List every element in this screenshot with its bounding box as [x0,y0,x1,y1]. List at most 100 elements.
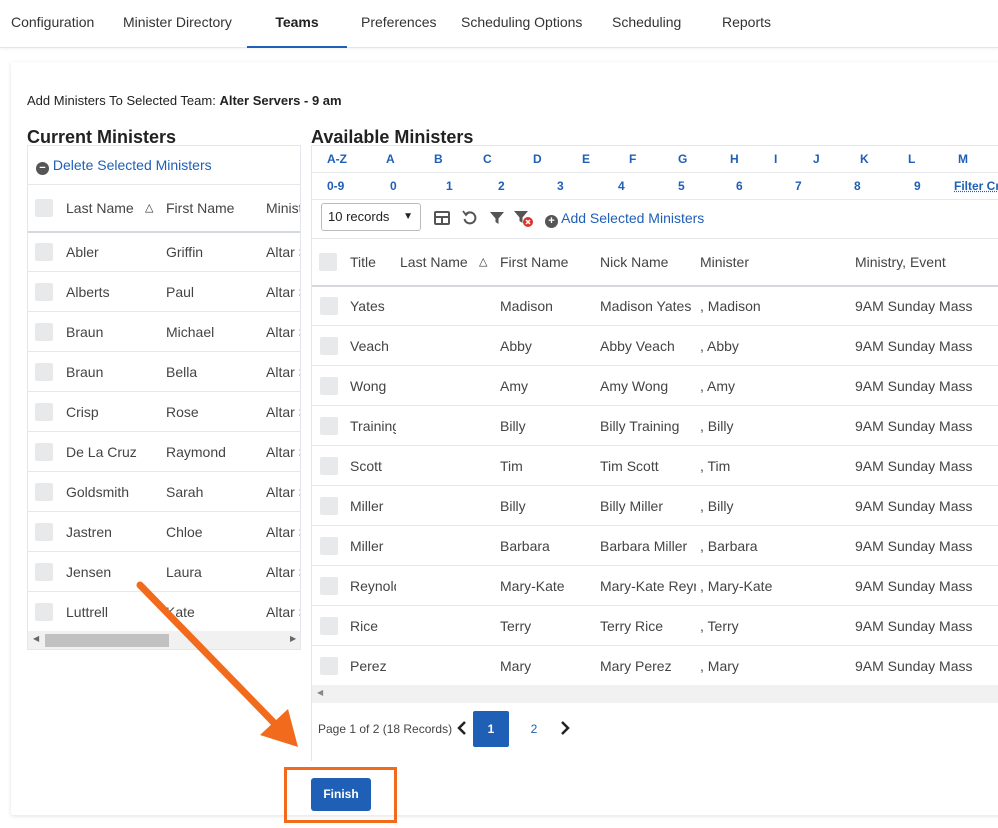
row-checkbox[interactable] [35,403,53,421]
reset-icon[interactable] [462,210,477,225]
col-title[interactable]: Title [350,254,376,270]
number-filter-8[interactable]: 8 [854,179,861,193]
letter-filter-i[interactable]: I [774,152,777,166]
table-row[interactable]: Rice Terry Terry Rice , Terry 9AM Sunday Mas… [312,606,998,646]
table-row[interactable]: Perez Mary Mary Perez , Mary 9AM Sunday Mass [312,646,998,686]
letter-filter-a-z[interactable]: A-Z [327,152,347,166]
select-all-checkbox[interactable] [319,253,337,271]
letter-filter-l[interactable]: L [908,152,915,166]
row-checkbox[interactable] [320,457,338,475]
sort-asc-icon[interactable]: △ [479,255,487,268]
delete-selected-button[interactable]: − Delete Selected Ministers [36,157,212,175]
page-1-button[interactable]: 1 [473,711,509,747]
table-row[interactable]: Miller Barbara Barbara Miller , Barbara 9AM … [312,526,998,566]
table-row[interactable]: Scott Tim Tim Scott , Tim 9AM Sunday Mass [312,446,998,486]
tab-scheduling[interactable]: Scheduling [612,0,681,48]
records-per-page-select[interactable]: 10 records ▼ [321,203,421,231]
table-columns-icon[interactable] [434,211,450,225]
row-checkbox[interactable] [320,657,338,675]
table-row[interactable]: Braun Bella Altar Server [28,352,300,392]
number-filter-2[interactable]: 2 [498,179,505,193]
row-checkbox[interactable] [320,537,338,555]
table-row[interactable]: Training Billy Billy Training , Billy 9AM Su… [312,406,998,446]
table-row[interactable]: Veach Abby Abby Veach , Abby 9AM Sunday Mass [312,326,998,366]
table-row[interactable]: Braun Michael Altar Server [28,312,300,352]
number-filter-0-9[interactable]: 0-9 [327,179,344,193]
table-row[interactable]: Abler Griffin Altar Server [28,232,300,272]
letter-filter-e[interactable]: E [582,152,590,166]
row-checkbox[interactable] [320,377,338,395]
tab-minister-directory[interactable]: Minister Directory [123,0,232,48]
letter-filter-m[interactable]: M [958,152,968,166]
col-ministry-event[interactable]: Ministry, Event [855,254,946,270]
letter-filter-f[interactable]: F [629,152,636,166]
sort-asc-icon[interactable]: △ [145,201,153,214]
add-selected-button[interactable]: + Add Selected Ministers [545,210,704,228]
scroll-left-icon[interactable]: ◀ [33,634,39,643]
letter-filter-a[interactable]: A [386,152,395,166]
table-row[interactable]: Yates Madison Madison Yates , Madison 9AM Su… [312,286,998,326]
row-checkbox[interactable] [320,577,338,595]
table-row[interactable]: Goldsmith Sarah Altar Server [28,472,300,512]
row-checkbox[interactable] [35,443,53,461]
number-filter-1[interactable]: 1 [446,179,453,193]
letter-filter-j[interactable]: J [813,152,820,166]
number-filter-4[interactable]: 4 [618,179,625,193]
row-checkbox[interactable] [320,297,338,315]
chevron-right-icon[interactable] [560,721,570,735]
chevron-left-icon[interactable] [457,721,467,735]
col-minister[interactable]: Minister [266,200,300,216]
table-row[interactable]: Wong Amy Amy Wong , Amy 9AM Sunday Mass [312,366,998,406]
letter-filter-g[interactable]: G [678,152,687,166]
table-row[interactable]: Reynolds Mary-Kate Mary-Kate Reynolds, Mar… [312,566,998,606]
page-2-button[interactable]: 2 [522,711,546,747]
letter-filter-b[interactable]: B [434,152,443,166]
row-checkbox[interactable] [320,617,338,635]
col-first-name[interactable]: First Name [500,254,568,270]
col-nick-name[interactable]: Nick Name [600,254,668,270]
row-checkbox[interactable] [320,497,338,515]
select-all-checkbox[interactable] [35,199,53,217]
tab-preferences[interactable]: Preferences [361,0,436,48]
row-checkbox[interactable] [35,523,53,541]
tab-scheduling-options[interactable]: Scheduling Options [461,0,582,48]
chevron-down-icon: ▼ [403,211,413,222]
col-minister[interactable]: Minister [700,254,749,270]
cell-minister: , Tim [700,458,731,474]
table-row[interactable]: Miller Billy Billy Miller , Billy 9AM Sunday… [312,486,998,526]
row-checkbox[interactable] [35,483,53,501]
letter-filter-c[interactable]: C [483,152,492,166]
filter-criteria-link[interactable]: Filter Criteria [954,179,998,193]
table-row[interactable]: De La Cruz Raymond Altar Server [28,432,300,472]
row-checkbox[interactable] [35,363,53,381]
tab-teams[interactable]: Teams [247,0,347,48]
col-last-name[interactable]: Last Name [66,200,134,216]
number-filter-7[interactable]: 7 [795,179,802,193]
scroll-left-icon[interactable]: ◀ [317,688,323,697]
tab-configuration[interactable]: Configuration [11,0,94,48]
row-checkbox[interactable] [320,337,338,355]
number-filter-3[interactable]: 3 [557,179,564,193]
row-checkbox[interactable] [35,563,53,581]
table-row[interactable]: Crisp Rose Altar Server [28,392,300,432]
row-checkbox[interactable] [35,283,53,301]
row-checkbox[interactable] [35,323,53,341]
clear-filter-icon[interactable] [514,210,534,228]
row-checkbox[interactable] [320,417,338,435]
letter-filter-k[interactable]: K [860,152,869,166]
row-checkbox[interactable] [35,603,53,621]
number-filter-9[interactable]: 9 [914,179,921,193]
horizontal-scrollbar[interactable]: ◀ [312,685,998,703]
tab-reports[interactable]: Reports [722,0,771,48]
col-first-name[interactable]: First Name [166,200,234,216]
letter-filter-h[interactable]: H [730,152,739,166]
table-row[interactable]: Alberts Paul Altar Server [28,272,300,312]
filter-icon[interactable] [490,211,504,225]
table-row[interactable]: Jastren Chloe Altar Server [28,512,300,552]
row-checkbox[interactable] [35,243,53,261]
col-last-name[interactable]: Last Name [400,254,468,270]
number-filter-6[interactable]: 6 [736,179,743,193]
letter-filter-d[interactable]: D [533,152,542,166]
number-filter-0[interactable]: 0 [390,179,397,193]
number-filter-5[interactable]: 5 [678,179,685,193]
